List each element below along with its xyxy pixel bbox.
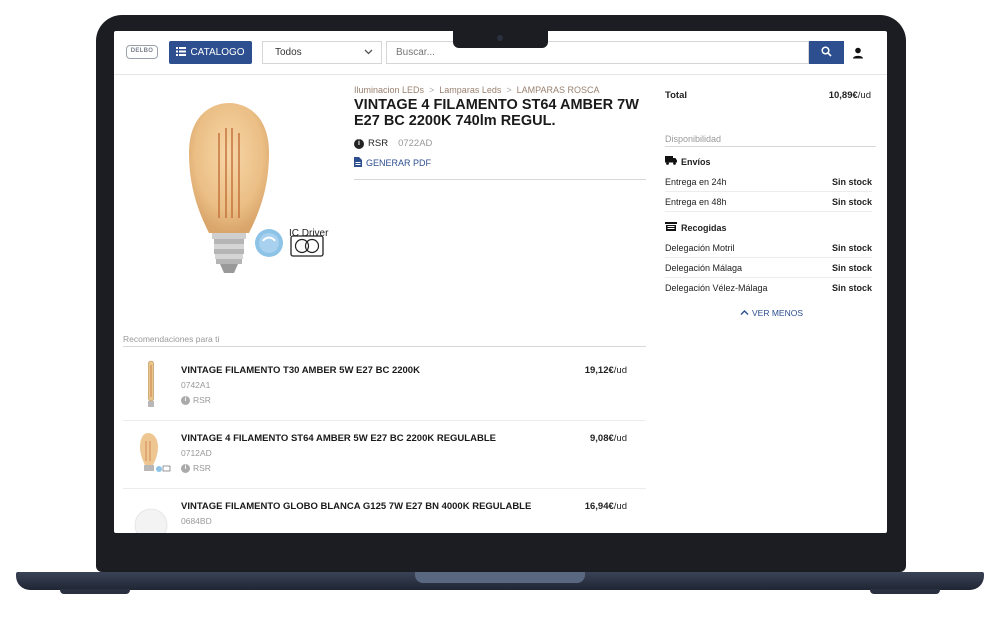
search-button[interactable] — [809, 41, 844, 64]
recommendation-item[interactable]: VINTAGE FILAMENTO GLOBO BLANCA G125 7W E… — [123, 489, 646, 533]
info-icon[interactable]: i — [181, 463, 190, 473]
recommendation-code: 0712AD — [181, 448, 212, 458]
brand-row: i RSR 0722AD — [354, 138, 432, 149]
shipping-row-label: Entrega en 24h — [665, 176, 727, 187]
chevron-down-icon — [364, 46, 373, 61]
shipping-title: Envíos — [681, 156, 711, 167]
product-title: VINTAGE 4 FILAMENTO ST64 AMBER 7W E27 BC… — [354, 97, 639, 129]
ver-menos-label: VER MENOS — [752, 308, 804, 318]
product-thumbnail[interactable] — [131, 359, 171, 411]
recommendation-item[interactable]: VINTAGE FILAMENTO T30 AMBER 5W E27 BC 22… — [123, 353, 646, 421]
shipping-row: Entrega en 48h Sin stock — [665, 192, 872, 212]
laptop-mockup: DELBO CATALOGO Todos Buscar... IC Driver… — [0, 0, 1000, 618]
product-thumbnail[interactable] — [131, 495, 171, 533]
recommendation-item[interactable]: VINTAGE 4 FILAMENTO ST64 AMBER 5W E27 BC… — [123, 421, 646, 489]
divider — [665, 146, 876, 147]
pickup-row-label: Delegación Vélez-Málaga — [665, 283, 768, 293]
laptop-hinge-cutout — [415, 572, 585, 583]
recommendation-brand-name: RSR — [193, 395, 211, 405]
catalog-button[interactable]: CATALOGO — [169, 41, 252, 64]
pickup-section-title: Recogidas — [665, 222, 727, 233]
recommendations-label: Recomendaciones para ti — [123, 334, 220, 344]
store-icon — [665, 222, 677, 233]
search-icon — [821, 44, 832, 62]
total-amount: 10,89€ — [828, 90, 858, 101]
breadcrumb-item[interactable]: LAMPARAS ROSCA — [517, 85, 600, 95]
ver-menos-toggle[interactable]: VER MENOS — [740, 308, 803, 318]
recommendation-brand-name: RSR — [193, 463, 211, 473]
stock-status: Sin stock — [831, 262, 872, 273]
price-unit: /ud — [613, 365, 627, 376]
product-image[interactable] — [174, 93, 344, 293]
camera-notch — [453, 31, 548, 48]
stock-status: Sin stock — [831, 242, 872, 253]
brand-name: RSR — [368, 138, 389, 149]
pickup-row: Delegación Motril Sin stock — [665, 238, 872, 258]
list-icon — [176, 46, 187, 59]
breadcrumb: Iluminacion LEDs > Lamparas Leds > LAMPARAS … — [354, 85, 599, 95]
divider — [354, 179, 646, 180]
search-input[interactable] — [386, 41, 809, 64]
recommendation-code: 0684BD — [181, 516, 212, 526]
recommendation-price: 19,12€/ud — [585, 365, 627, 376]
ic-driver-label: IC Driver — [289, 228, 329, 239]
total-unit: /ud — [857, 90, 871, 101]
truck-icon — [665, 156, 677, 167]
info-icon[interactable]: i — [354, 138, 364, 149]
category-select-value: Todos — [275, 47, 302, 58]
recommendation-brand: i RSR — [181, 395, 211, 405]
shipping-row-label: Entrega en 48h — [665, 196, 727, 207]
pdf-file-icon — [354, 157, 362, 169]
breadcrumb-item[interactable]: Iluminacion LEDs — [354, 85, 424, 95]
recommendation-name[interactable]: VINTAGE FILAMENTO T30 AMBER 5W E27 BC 22… — [181, 365, 420, 376]
recommendation-code: 0742A1 — [181, 380, 211, 390]
price-unit: /ud — [613, 433, 627, 444]
recommendation-price: 9,08€/ud — [590, 433, 627, 444]
shipping-section-title: Envíos — [665, 156, 711, 167]
stock-status: Sin stock — [831, 176, 872, 187]
pickup-title: Recogidas — [681, 222, 727, 233]
total-price: 10,89€/ud — [794, 90, 871, 101]
generate-pdf-label: GENERAR PDF — [366, 158, 432, 168]
pickup-row-label: Delegación Málaga — [665, 262, 743, 273]
laptop-foot-left — [60, 589, 130, 594]
price-amount: 16,94€ — [584, 501, 614, 512]
info-icon[interactable]: i — [181, 395, 190, 405]
category-select[interactable]: Todos — [262, 41, 382, 64]
chevron-up-icon — [740, 308, 749, 318]
product-code: 0722AD — [398, 138, 433, 149]
recommendation-brand: i RSR — [181, 463, 211, 473]
recommendation-name[interactable]: VINTAGE 4 FILAMENTO ST64 AMBER 5W E27 BC… — [181, 433, 496, 444]
breadcrumb-separator: > — [429, 85, 435, 95]
pickup-row-label: Delegación Motril — [665, 242, 735, 253]
divider — [123, 346, 646, 347]
total-label: Total — [665, 90, 687, 101]
generate-pdf-link[interactable]: GENERAR PDF — [354, 157, 431, 169]
user-icon[interactable] — [851, 46, 865, 60]
price-amount: 19,12€ — [584, 365, 614, 376]
product-thumbnail[interactable] — [131, 427, 171, 479]
price-amount: 9,08€ — [590, 433, 614, 444]
breadcrumb-separator: > — [506, 85, 512, 95]
stock-status: Sin stock — [831, 283, 872, 293]
pickup-row: Delegación Vélez-Málaga Sin stock — [665, 278, 872, 298]
browser-screen: DELBO CATALOGO Todos Buscar... IC Driver… — [114, 31, 887, 533]
availability-label: Disponibilidad — [665, 134, 722, 144]
recommendation-price: 16,94€/ud — [585, 501, 627, 512]
price-unit: /ud — [613, 501, 627, 512]
site-logo[interactable]: DELBO — [126, 45, 158, 59]
recommendation-name[interactable]: VINTAGE FILAMENTO GLOBO BLANCA G125 7W E… — [181, 501, 531, 512]
stock-status: Sin stock — [831, 196, 872, 207]
shipping-row: Entrega en 24h Sin stock — [665, 172, 872, 192]
catalog-label: CATALOGO — [190, 47, 245, 58]
breadcrumb-item[interactable]: Lamparas Leds — [439, 85, 501, 95]
laptop-foot-right — [870, 589, 940, 594]
pickup-row: Delegación Málaga Sin stock — [665, 258, 872, 278]
